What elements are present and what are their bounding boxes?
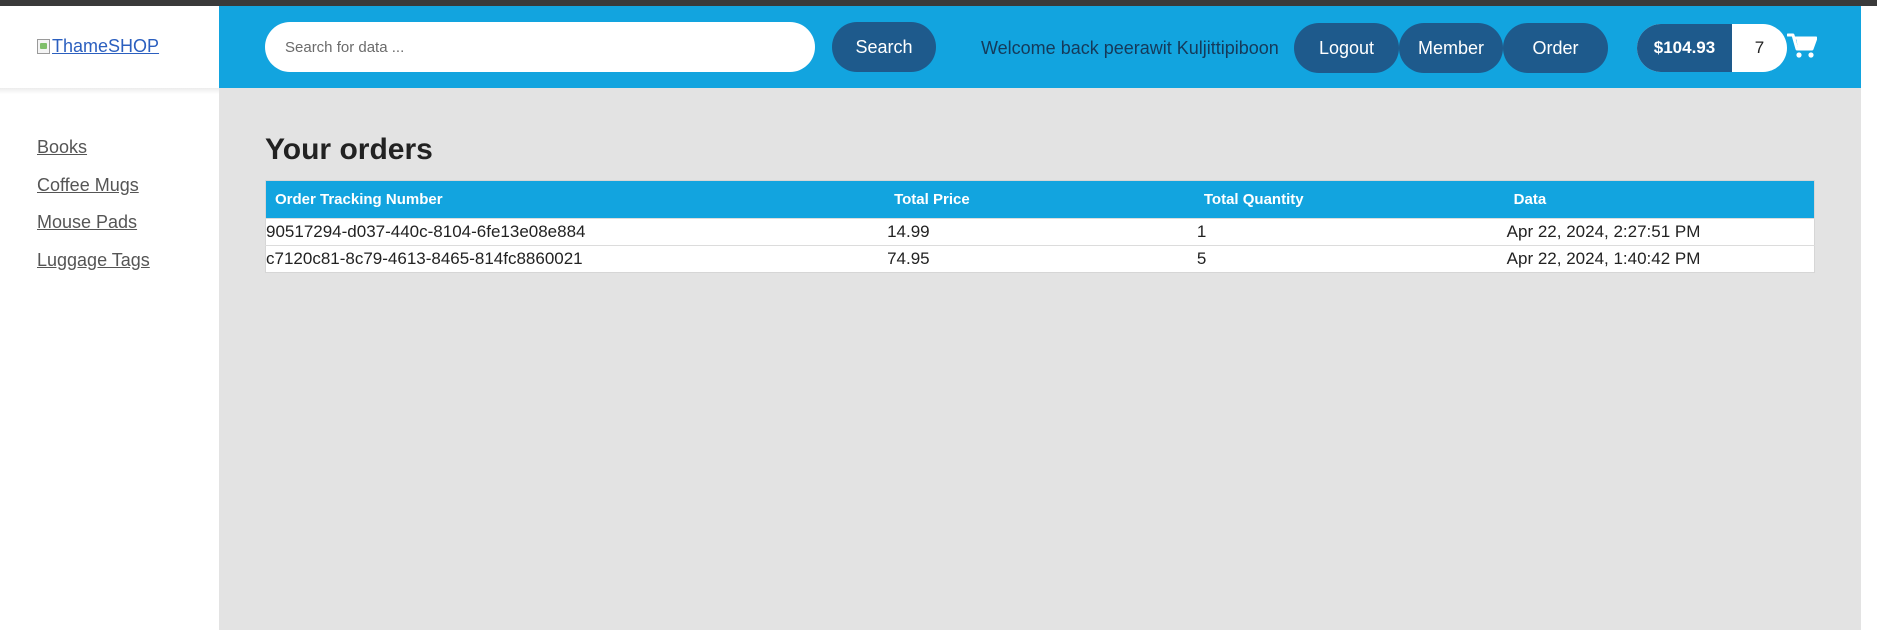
cart-count-badge: 7 bbox=[1754, 38, 1765, 57]
order-total-quantity: 1 bbox=[1194, 218, 1505, 246]
order-total-price: 74.95 bbox=[885, 245, 1195, 273]
order-button[interactable]: Order bbox=[1503, 23, 1608, 73]
brand-logo-link[interactable]: ThameSHOP bbox=[37, 36, 159, 57]
logout-button[interactable]: Logout bbox=[1294, 23, 1399, 73]
table-header-row: Order Tracking Number Total Price Total … bbox=[265, 180, 1815, 219]
search-input[interactable] bbox=[265, 22, 815, 72]
shopping-cart-icon[interactable] bbox=[1787, 32, 1817, 60]
sidebar-item-coffee-mugs[interactable]: Coffee Mugs bbox=[37, 175, 139, 195]
member-button[interactable]: Member bbox=[1399, 23, 1503, 73]
cart-amount: $104.93 bbox=[1637, 24, 1732, 72]
column-header-date: Data bbox=[1513, 191, 1547, 208]
welcome-message: Welcome back peerawit Kuljittipiboon bbox=[981, 38, 1279, 58]
column-header-price: Total Price bbox=[894, 191, 970, 208]
top-header: Search Welcome back peerawit Kuljittipib… bbox=[219, 6, 1861, 88]
search-button[interactable]: Search bbox=[832, 22, 936, 72]
orders-table: Order Tracking Number Total Price Total … bbox=[265, 180, 1815, 273]
order-tracking-number: c7120c81-8c79-4613-8465-814fc8860021 bbox=[265, 245, 886, 273]
order-date: Apr 22, 2024, 2:27:51 PM bbox=[1504, 218, 1815, 246]
order-tracking-number: 90517294-d037-440c-8104-6fe13e08e884 bbox=[265, 218, 886, 246]
sidebar: ThameSHOP Books Coffee Mugs Mouse Pads L… bbox=[0, 6, 219, 630]
category-nav: Books Coffee Mugs Mouse Pads Luggage Tag… bbox=[37, 137, 150, 287]
column-header-tracking: Order Tracking Number bbox=[275, 191, 443, 208]
table-row: 90517294-d037-440c-8104-6fe13e08e884 14.… bbox=[265, 218, 1815, 246]
order-total-quantity: 5 bbox=[1194, 245, 1505, 273]
cart-summary[interactable]: $104.93 7 bbox=[1637, 24, 1787, 72]
sidebar-item-mouse-pads[interactable]: Mouse Pads bbox=[37, 212, 137, 232]
sidebar-item-luggage-tags[interactable]: Luggage Tags bbox=[37, 250, 150, 270]
table-row: c7120c81-8c79-4613-8465-814fc8860021 74.… bbox=[265, 245, 1815, 273]
order-date: Apr 22, 2024, 1:40:42 PM bbox=[1504, 245, 1815, 273]
column-header-quantity: Total Quantity bbox=[1203, 191, 1304, 208]
brand-logo-alt-text: ThameSHOP bbox=[52, 36, 160, 56]
broken-image-icon bbox=[37, 39, 50, 54]
window-right-edge bbox=[1861, 6, 1877, 630]
sidebar-item-books[interactable]: Books bbox=[37, 137, 87, 157]
sidebar-header-divider bbox=[0, 88, 219, 94]
page-title: Your orders bbox=[265, 133, 433, 166]
order-total-price: 14.99 bbox=[885, 218, 1195, 246]
